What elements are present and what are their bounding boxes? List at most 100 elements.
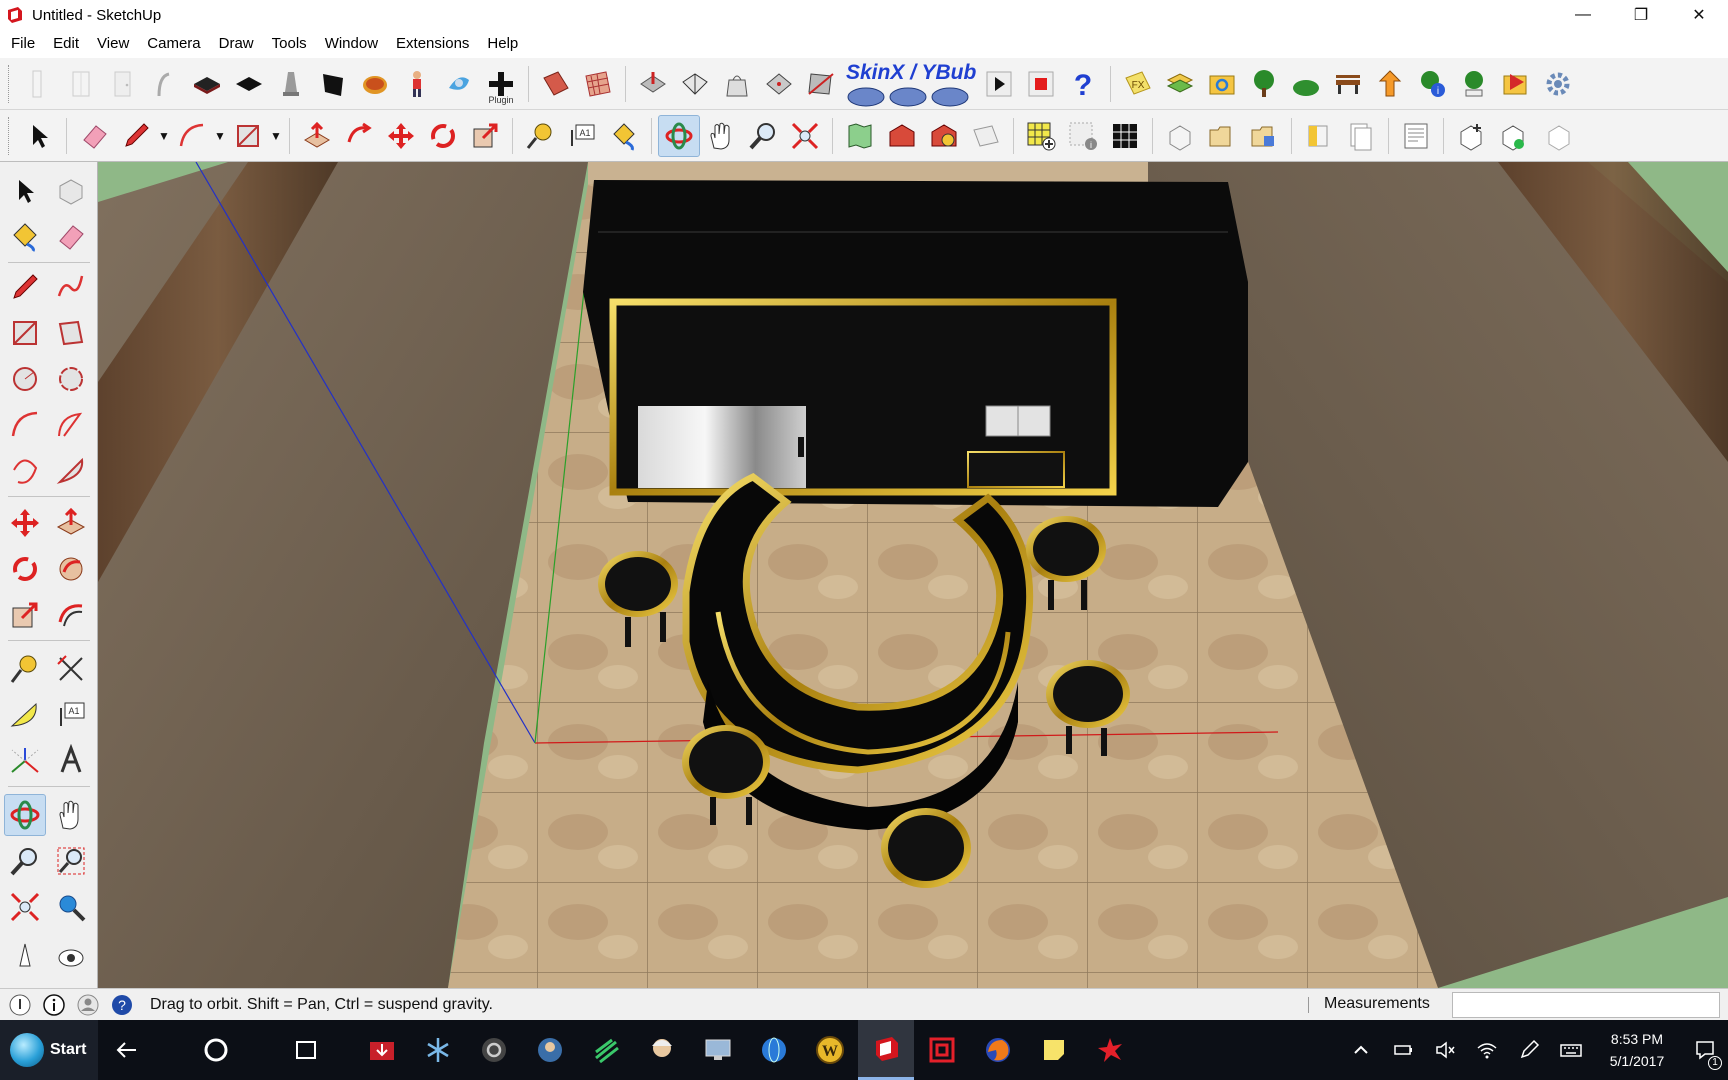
toolbar-grip[interactable] (8, 64, 12, 103)
show-hidden-icons-chevron-icon[interactable] (1340, 1020, 1382, 1080)
wifi-icon[interactable] (1466, 1020, 1508, 1080)
arc-icon[interactable] (171, 115, 213, 157)
circle-icon[interactable] (4, 358, 46, 400)
green-stripes-icon[interactable] (578, 1020, 634, 1080)
credits-info-icon[interactable] (40, 991, 68, 1019)
position-camera-icon[interactable] (4, 932, 46, 974)
tree-export-icon[interactable] (1453, 63, 1495, 105)
tree-icon[interactable] (1243, 63, 1285, 105)
measurements-input[interactable] (1452, 992, 1720, 1018)
user-app-icon[interactable] (522, 1020, 578, 1080)
move-icon[interactable] (380, 115, 422, 157)
sticky-notes-icon[interactable] (1026, 1020, 1082, 1080)
select-arrow-icon[interactable] (18, 115, 60, 157)
grid-map-icon[interactable] (577, 63, 619, 105)
taskbar-clock[interactable]: 8:53 PM 5/1/2017 (1592, 1028, 1682, 1072)
warcraft-icon[interactable]: W (802, 1020, 858, 1080)
protractor-icon[interactable] (4, 694, 46, 736)
menu-help[interactable]: Help (478, 31, 527, 57)
start-button[interactable]: Start (0, 1020, 98, 1080)
zoom-icon[interactable] (742, 115, 784, 157)
firefox-icon[interactable] (970, 1020, 1026, 1080)
axes-icon[interactable] (4, 740, 46, 782)
paint-bucket-icon[interactable] (603, 115, 645, 157)
rectangle-icon[interactable] (4, 312, 46, 354)
select-arrow-icon[interactable] (4, 170, 46, 212)
scale-icon[interactable] (464, 115, 506, 157)
computer-app-icon[interactable] (690, 1020, 746, 1080)
grid-add-icon[interactable] (1020, 115, 1062, 157)
user-account-icon[interactable] (74, 991, 102, 1019)
menu-file[interactable]: File (2, 31, 44, 57)
panel-icon[interactable] (312, 63, 354, 105)
fx-icon[interactable]: FX (1117, 63, 1159, 105)
help-icon[interactable]: ? (108, 991, 136, 1019)
chevron-down-icon[interactable]: ▼ (269, 115, 283, 157)
battery-icon[interactable] (1382, 1020, 1424, 1080)
roof-slab-icon[interactable] (228, 63, 270, 105)
menu-tools[interactable]: Tools (263, 31, 316, 57)
person-icon[interactable] (396, 63, 438, 105)
scene-tab-icon[interactable] (1298, 115, 1340, 157)
menu-edit[interactable]: Edit (44, 31, 88, 57)
map-location-icon[interactable] (839, 115, 881, 157)
skinx-blob-icon[interactable] (846, 83, 886, 107)
shape-icon[interactable] (674, 63, 716, 105)
zoom-icon[interactable] (4, 840, 46, 882)
house-up-icon[interactable] (1369, 63, 1411, 105)
line-pencil-icon[interactable] (4, 266, 46, 308)
rotate-icon[interactable] (4, 548, 46, 590)
skinx-blob-icon[interactable] (888, 83, 928, 107)
pizza-icon[interactable] (354, 63, 396, 105)
volume-muted-icon[interactable] (1424, 1020, 1466, 1080)
chevron-down-icon[interactable]: ▼ (213, 115, 227, 157)
pie-icon[interactable] (50, 450, 92, 492)
tree-info-icon[interactable]: i (1411, 63, 1453, 105)
toolbar-grip[interactable] (8, 116, 12, 155)
push-box-icon[interactable] (632, 63, 674, 105)
offset-icon[interactable] (50, 594, 92, 636)
layers-icon[interactable] (1159, 63, 1201, 105)
pencil-icon[interactable] (115, 115, 157, 157)
zoom-window-icon[interactable] (50, 840, 92, 882)
tape-measure-icon[interactable] (519, 115, 561, 157)
paint-bucket-icon[interactable] (4, 216, 46, 258)
report-icon[interactable] (1395, 115, 1437, 157)
open-folder-icon[interactable] (1201, 115, 1243, 157)
character-app-icon[interactable] (634, 1020, 690, 1080)
two-point-arc-icon[interactable] (50, 404, 92, 446)
move-icon[interactable] (4, 502, 46, 544)
globe-app-icon[interactable] (746, 1020, 802, 1080)
layout-pages-icon[interactable] (1340, 115, 1382, 157)
red-splat-app-icon[interactable] (1082, 1020, 1138, 1080)
look-around-icon[interactable] (50, 932, 92, 974)
push-pull-icon[interactable] (50, 502, 92, 544)
book-icon[interactable] (535, 63, 577, 105)
previous-view-icon[interactable] (50, 886, 92, 928)
menu-camera[interactable]: Camera (138, 31, 209, 57)
text-tool-icon[interactable]: A1 (561, 115, 603, 157)
pen-ink-icon[interactable] (1508, 1020, 1550, 1080)
3d-viewport[interactable] (98, 162, 1728, 988)
skinx-blob-icon[interactable] (930, 83, 970, 107)
close-button[interactable]: ✕ (1670, 0, 1728, 30)
warehouse-icon[interactable] (881, 115, 923, 157)
import-icon[interactable] (1495, 63, 1537, 105)
help-question-icon[interactable]: ? (1062, 63, 1104, 105)
make-component-icon[interactable] (1159, 115, 1201, 157)
wall-tool-icon[interactable] (18, 63, 60, 105)
add-box-icon[interactable] (1450, 115, 1492, 157)
follow-me-icon[interactable] (338, 115, 380, 157)
share-model-icon[interactable] (923, 115, 965, 157)
tape-measure-icon[interactable] (4, 648, 46, 690)
arc-icon[interactable] (4, 404, 46, 446)
bench-icon[interactable] (1327, 63, 1369, 105)
polygon-icon[interactable] (50, 358, 92, 400)
eraser-icon[interactable] (50, 216, 92, 258)
section-cut-icon[interactable] (800, 63, 842, 105)
rotated-rectangle-icon[interactable] (50, 312, 92, 354)
scale-icon[interactable] (4, 594, 46, 636)
door-tool-icon[interactable] (102, 63, 144, 105)
maximize-button[interactable]: ❐ (1612, 0, 1670, 30)
snowflake-app-icon[interactable] (410, 1020, 466, 1080)
